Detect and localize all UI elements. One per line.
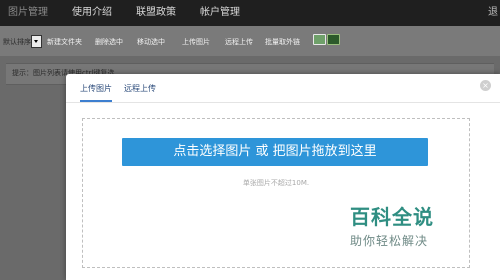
close-icon[interactable]: × xyxy=(480,80,491,91)
new-folder-button[interactable]: 新建文件夹 xyxy=(47,35,82,49)
top-navigation: 图片管理 使用介绍 联盟政策 帐户管理 退 xyxy=(0,0,500,26)
delete-selected-button[interactable]: 删除选中 xyxy=(95,35,123,49)
dialog-tabs: 上传图片 远程上传 × xyxy=(66,74,500,103)
nav-item-image-manage[interactable]: 图片管理 xyxy=(8,0,48,26)
baike-watermark: 百科全说 助你轻松解决 xyxy=(350,201,470,261)
tab-upload-image[interactable]: 上传图片 xyxy=(80,83,112,102)
upload-image-button[interactable]: 上传图片 xyxy=(182,35,210,49)
remote-upload-button[interactable]: 远程上传 xyxy=(225,35,253,49)
nav-item-account-manage[interactable]: 帐户管理 xyxy=(200,0,240,26)
list-view-icon[interactable] xyxy=(327,34,340,45)
picture-view-icon[interactable] xyxy=(313,34,326,45)
size-limit-text: 单张图片不超过10M. xyxy=(242,179,310,187)
tab-remote-upload[interactable]: 远程上传 xyxy=(124,83,156,94)
nav-item-usage-intro[interactable]: 使用介绍 xyxy=(72,0,112,26)
sort-dropdown-label[interactable]: 默认排序 xyxy=(3,35,31,49)
nav-logout-link[interactable]: 退 xyxy=(488,0,498,26)
move-selected-button[interactable]: 移动选中 xyxy=(137,35,165,49)
watermark-title: 百科全说 xyxy=(350,205,434,229)
nav-item-alliance-policy[interactable]: 联盟政策 xyxy=(136,0,176,26)
sort-dropdown-icon[interactable] xyxy=(31,35,42,48)
batch-get-links-button[interactable]: 批量取外链 xyxy=(265,35,300,49)
watermark-subtitle: 助你轻松解决 xyxy=(350,234,429,248)
select-image-button[interactable]: 点击选择图片 或 把图片拖放到这里 xyxy=(122,138,428,166)
